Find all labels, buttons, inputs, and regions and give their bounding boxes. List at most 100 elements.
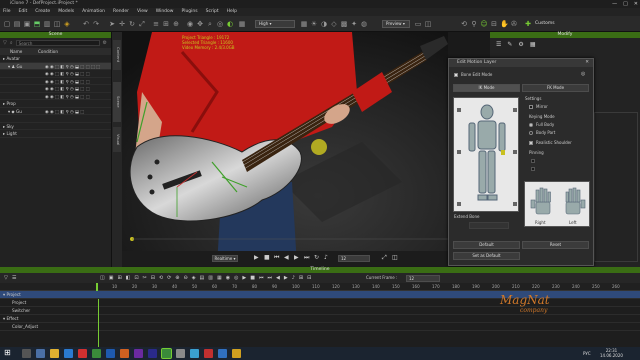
- maximize-button[interactable]: □: [623, 0, 628, 8]
- new-icon[interactable]: ▢: [3, 20, 11, 28]
- render-icon[interactable]: ◫: [53, 20, 61, 28]
- effect-icon[interactable]: ✦: [350, 20, 358, 28]
- track-effect[interactable]: ▾ Effect: [0, 315, 640, 323]
- align-icon[interactable]: ≡: [152, 20, 160, 28]
- stereo-icon[interactable]: ◫: [424, 20, 432, 28]
- menu-file[interactable]: File: [3, 8, 11, 16]
- taskbar-app5-icon[interactable]: [176, 349, 185, 358]
- ao-icon[interactable]: ◍: [360, 20, 368, 28]
- pick-icon[interactable]: ⊕: [172, 20, 180, 28]
- frame-input[interactable]: 12: [338, 255, 370, 262]
- hand-picker[interactable]: Right Left: [524, 181, 590, 227]
- scene-row-avatar[interactable]: ▸ Avatar: [0, 55, 111, 63]
- minimize-button[interactable]: —: [612, 0, 617, 8]
- timeline-icon[interactable]: ⊟: [490, 20, 498, 28]
- snap-icon[interactable]: ⊞: [162, 20, 170, 28]
- scene-row-sub3[interactable]: ◉ ◉ ⬚ ◧ ⚲ ◷ ⬓ ⬚ ⬚: [0, 85, 111, 93]
- tab-scene[interactable]: Scene: [113, 82, 121, 122]
- scale-icon[interactable]: ⤢: [138, 20, 146, 28]
- menu-create[interactable]: Create: [35, 8, 50, 16]
- taskbar-clock[interactable]: 22:31 14.06.2020: [600, 348, 623, 358]
- wire-icon[interactable]: ◇: [330, 20, 338, 28]
- layout-icon[interactable]: ▦: [238, 20, 246, 28]
- taskbar-app7-icon[interactable]: [204, 349, 213, 358]
- customs-icon[interactable]: ✚: [524, 20, 532, 28]
- grid-icon[interactable]: ▦: [300, 20, 308, 28]
- pan-icon[interactable]: ✥: [196, 20, 204, 28]
- sound-icon[interactable]: ♪: [324, 254, 328, 261]
- pin-checkbox-1[interactable]: [531, 159, 535, 163]
- save-icon[interactable]: ▣: [23, 20, 31, 28]
- filter-icon[interactable]: ▽: [3, 40, 7, 46]
- puppet-icon[interactable]: ⚲: [470, 20, 478, 28]
- scene-options-icon[interactable]: ⚙: [103, 40, 111, 46]
- timeline-filter-icon[interactable]: ▽: [4, 275, 8, 281]
- import-icon[interactable]: ⬒: [33, 20, 41, 28]
- quality-select[interactable]: High ▾: [255, 20, 295, 28]
- scene-row-sky[interactable]: ▸ Sky: [0, 123, 111, 130]
- mode-select[interactable]: Preview ▾: [382, 20, 410, 28]
- menu-window[interactable]: Window: [156, 8, 174, 16]
- menu-edit[interactable]: Edit: [19, 8, 28, 16]
- modify-texture-icon[interactable]: ▦: [530, 41, 536, 48]
- monitor-icon[interactable]: ▭: [414, 20, 422, 28]
- fk-mode-button[interactable]: FK Mode: [522, 84, 589, 92]
- scene-row-avatar-child[interactable]: ▾ ♟ Gu ◉ ◉ ⬚ ◧ ⚲ ◷ ⬓ ⬚ ⬚ ⬚ ⬚: [0, 62, 111, 70]
- taskbar-app3-icon[interactable]: [120, 349, 129, 358]
- settings-icon[interactable]: ◈: [63, 20, 71, 28]
- export-icon[interactable]: ▥: [43, 20, 51, 28]
- taskbar-app8-icon[interactable]: [218, 349, 227, 358]
- stop-icon[interactable]: ■: [264, 254, 270, 261]
- taskbar-browser-icon[interactable]: [64, 349, 73, 358]
- zoom-icon[interactable]: ⌕: [206, 20, 214, 28]
- close-button[interactable]: ✕: [634, 0, 638, 8]
- fullscreen-icon[interactable]: ⤢: [382, 254, 387, 262]
- menu-models[interactable]: Models: [58, 8, 74, 16]
- mirror-checkbox[interactable]: [529, 105, 533, 109]
- menu-plugins[interactable]: Plugins: [181, 8, 197, 16]
- rotate-icon[interactable]: ↻: [128, 20, 136, 28]
- track-color-adjust[interactable]: Color_Adjust: [0, 323, 640, 331]
- view-icon[interactable]: ◐: [226, 20, 234, 28]
- orbit-icon[interactable]: ◎: [216, 20, 224, 28]
- view-options-icon[interactable]: ◫: [392, 254, 398, 261]
- extend-bone-button[interactable]: [469, 222, 509, 229]
- modify-motion-icon[interactable]: ✎: [507, 41, 512, 48]
- body-icon[interactable]: ✇: [510, 20, 518, 28]
- scene-search-input[interactable]: Search: [15, 40, 100, 46]
- face-icon[interactable]: ☺: [480, 20, 488, 28]
- menu-render[interactable]: Render: [113, 8, 129, 16]
- last-frame-icon[interactable]: ⏭: [304, 254, 309, 262]
- full-body-radio[interactable]: [529, 123, 533, 127]
- next-frame-icon[interactable]: ▶: [294, 254, 299, 261]
- move-icon[interactable]: ✛: [118, 20, 126, 28]
- scene-row-sub1[interactable]: ◉ ◉ ⬚ ◧ ⚲ ◷ ⬓ ⬚ ⬚: [0, 70, 111, 78]
- texture-icon[interactable]: ▩: [340, 20, 348, 28]
- taskbar-lang[interactable]: РУС: [583, 351, 591, 356]
- tab-content[interactable]: Content: [113, 40, 121, 70]
- customs-label[interactable]: Customs: [535, 21, 555, 26]
- play-icon[interactable]: ▶: [254, 254, 259, 261]
- taskbar-app2-icon[interactable]: [92, 349, 101, 358]
- reset-button[interactable]: Reset: [522, 241, 589, 249]
- light-icon[interactable]: ☀: [310, 20, 318, 28]
- set-as-default-button[interactable]: Set as Default: [453, 252, 520, 260]
- scene-row-light[interactable]: ▸ Light: [0, 130, 111, 138]
- modify-settings-icon[interactable]: ☰: [496, 41, 501, 48]
- taskbar-explorer-icon[interactable]: [50, 349, 59, 358]
- scene-row-prop-sub[interactable]: [0, 115, 111, 123]
- modify-material-icon[interactable]: ⚙: [518, 41, 523, 48]
- shadow-icon[interactable]: ◑: [320, 20, 328, 28]
- body-part-radio[interactable]: [529, 131, 533, 135]
- taskbar-app-icon[interactable]: [36, 349, 45, 358]
- taskbar-app4-icon[interactable]: [148, 349, 157, 358]
- timeline-list-icon[interactable]: ☰: [12, 275, 16, 281]
- open-icon[interactable]: ▤: [13, 20, 21, 28]
- menu-help[interactable]: Help: [227, 8, 237, 16]
- taskbar-iclone-icon[interactable]: [161, 348, 172, 359]
- select-icon[interactable]: ➤: [108, 20, 116, 28]
- hand-icon[interactable]: ✋: [500, 20, 509, 28]
- bone-edit-help-icon[interactable]: ◎: [581, 71, 585, 77]
- body-picker[interactable]: [453, 97, 519, 212]
- loop-icon[interactable]: ↻: [314, 254, 319, 261]
